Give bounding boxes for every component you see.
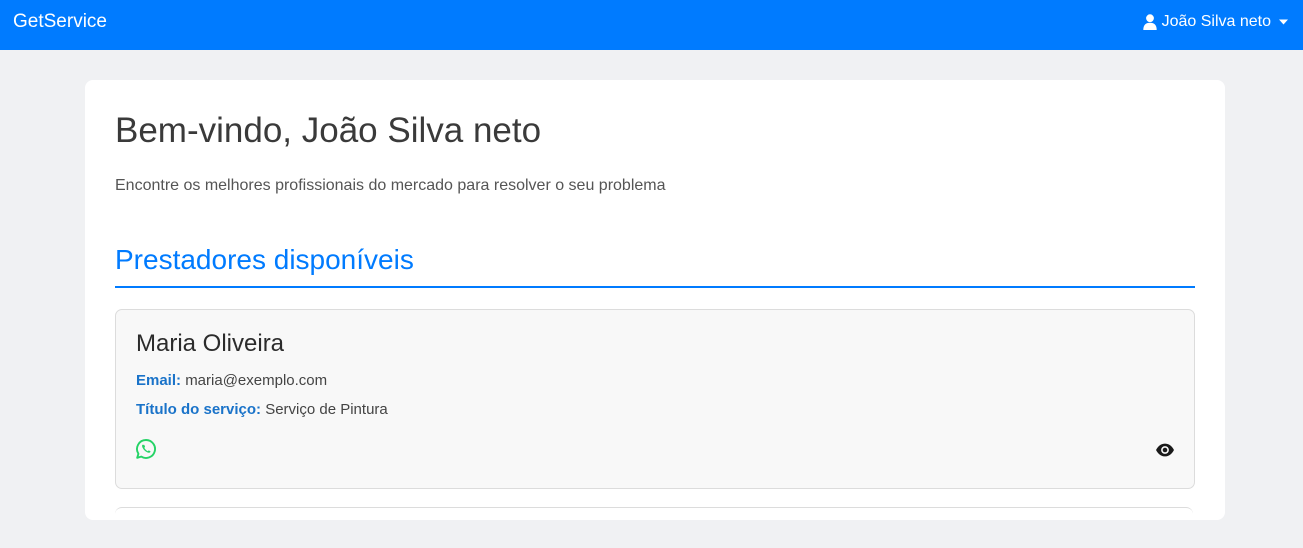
whatsapp-icon[interactable]	[135, 438, 157, 460]
provider-service: Serviço de Pintura	[265, 401, 388, 418]
provider-email: maria@exemplo.com	[185, 372, 328, 389]
page-title: Bem-vindo, João Silva neto	[115, 111, 542, 150]
email-label: Email:	[136, 372, 182, 389]
provider-card: Maria Oliveira Email: maria@exemplo.com …	[115, 309, 1195, 489]
page-subtitle: Encontre os melhores profissionais do me…	[115, 177, 666, 194]
service-title-label: Título do serviço:	[136, 401, 262, 418]
brand-logo[interactable]: GetService	[13, 11, 107, 33]
provider-service-row: Título do serviço: Serviço de Pintura	[136, 401, 388, 419]
section-title: Prestadores disponíveis	[115, 240, 1195, 288]
user-menu-dropdown[interactable]: João Silva neto	[1142, 11, 1288, 33]
top-navbar: GetService João Silva neto	[0, 0, 1303, 50]
provider-name: Maria Oliveira	[136, 330, 285, 357]
main-card: Bem-vindo, João Silva neto Encontre os m…	[85, 80, 1225, 520]
eye-icon[interactable]	[1155, 441, 1175, 459]
provider-card-next	[115, 507, 1193, 548]
user-name: João Silva neto	[1161, 13, 1271, 30]
caret-down-icon	[1279, 19, 1288, 25]
provider-email-row: Email: maria@exemplo.com	[136, 372, 327, 390]
user-icon	[1142, 14, 1157, 30]
